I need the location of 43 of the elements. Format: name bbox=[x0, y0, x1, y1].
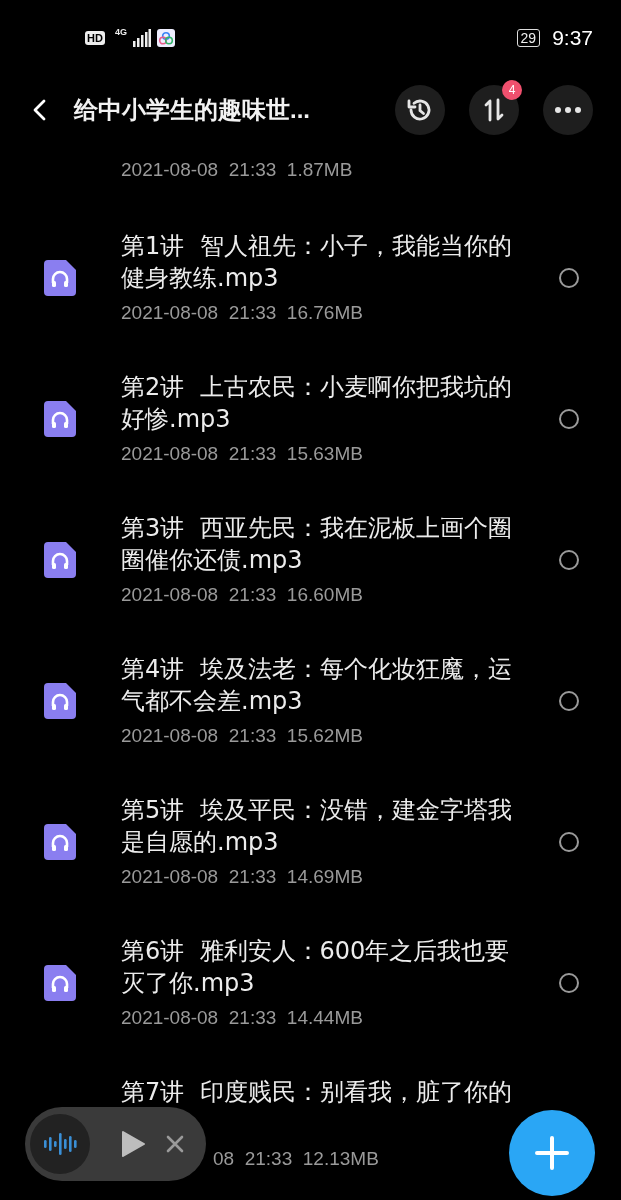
network-type: 4G bbox=[114, 27, 127, 37]
select-circle[interactable] bbox=[559, 691, 579, 711]
file-meta: 2021-08-08 21:33 1.87MB bbox=[121, 158, 354, 182]
hd-indicator: HD bbox=[85, 30, 105, 45]
clock-time: 9:37 bbox=[552, 25, 593, 50]
waveform-button[interactable] bbox=[30, 1114, 90, 1174]
file-meta: 08 21:33 12.13MB bbox=[213, 1147, 379, 1171]
select-circle[interactable] bbox=[559, 973, 579, 993]
file-meta: 2021-08-08 21:33 16.76MB bbox=[121, 301, 364, 325]
transfer-button[interactable] bbox=[469, 85, 519, 135]
audio-file-icon bbox=[44, 824, 76, 860]
file-name[interactable]: 第4讲 埃及法老：每个化妆狂魔，运气都不会差.mp3 bbox=[121, 653, 521, 717]
file-name[interactable]: 第7讲 印度贱民：别看我，脏了你的 bbox=[121, 1076, 521, 1108]
file-name[interactable]: 第3讲 西亚先民：我在泥板上画个圈圈催你还债.mp3 bbox=[121, 512, 521, 576]
file-name[interactable]: 第6讲 雅利安人：600年之后我也要灭了你.mp3 bbox=[121, 935, 521, 999]
audio-file-icon bbox=[44, 965, 76, 1001]
audio-file-icon bbox=[44, 401, 76, 437]
select-circle[interactable] bbox=[559, 409, 579, 429]
select-circle[interactable] bbox=[559, 550, 579, 570]
folder-title: 给中小学生的趣味世... bbox=[74, 95, 311, 125]
more-button[interactable] bbox=[543, 85, 593, 135]
play-icon[interactable] bbox=[120, 1130, 146, 1158]
file-meta: 2021-08-08 21:33 14.69MB bbox=[121, 865, 364, 889]
file-name[interactable]: 第5讲 埃及平民：没错，建金字塔我是自愿的.mp3 bbox=[121, 794, 521, 858]
audio-file-icon bbox=[44, 683, 76, 719]
more-icon bbox=[554, 106, 582, 114]
file-meta: 2021-08-08 21:33 15.62MB bbox=[121, 724, 364, 748]
app-notification-icon bbox=[156, 28, 175, 47]
file-meta: 2021-08-08 21:33 15.63MB bbox=[121, 442, 364, 466]
battery-level: 29 bbox=[516, 28, 541, 47]
signal-icon bbox=[132, 28, 151, 47]
audio-file-icon bbox=[44, 542, 76, 578]
file-name[interactable]: 第2讲 上古农民：小麦啊你把我坑的好惨.mp3 bbox=[121, 371, 521, 435]
audio-file-icon bbox=[44, 260, 76, 296]
file-meta: 2021-08-08 21:33 16.60MB bbox=[121, 583, 364, 607]
select-circle[interactable] bbox=[559, 268, 579, 288]
file-name[interactable]: 第1讲 智人祖先：小子，我能当你的健身教练.mp3 bbox=[121, 230, 521, 294]
close-icon[interactable] bbox=[166, 1135, 184, 1153]
transfer-count: 4 bbox=[502, 80, 522, 100]
select-circle[interactable] bbox=[559, 832, 579, 852]
history-button[interactable] bbox=[395, 85, 445, 135]
plus-icon bbox=[534, 1135, 570, 1171]
file-meta: 2021-08-08 21:33 14.44MB bbox=[121, 1006, 364, 1030]
